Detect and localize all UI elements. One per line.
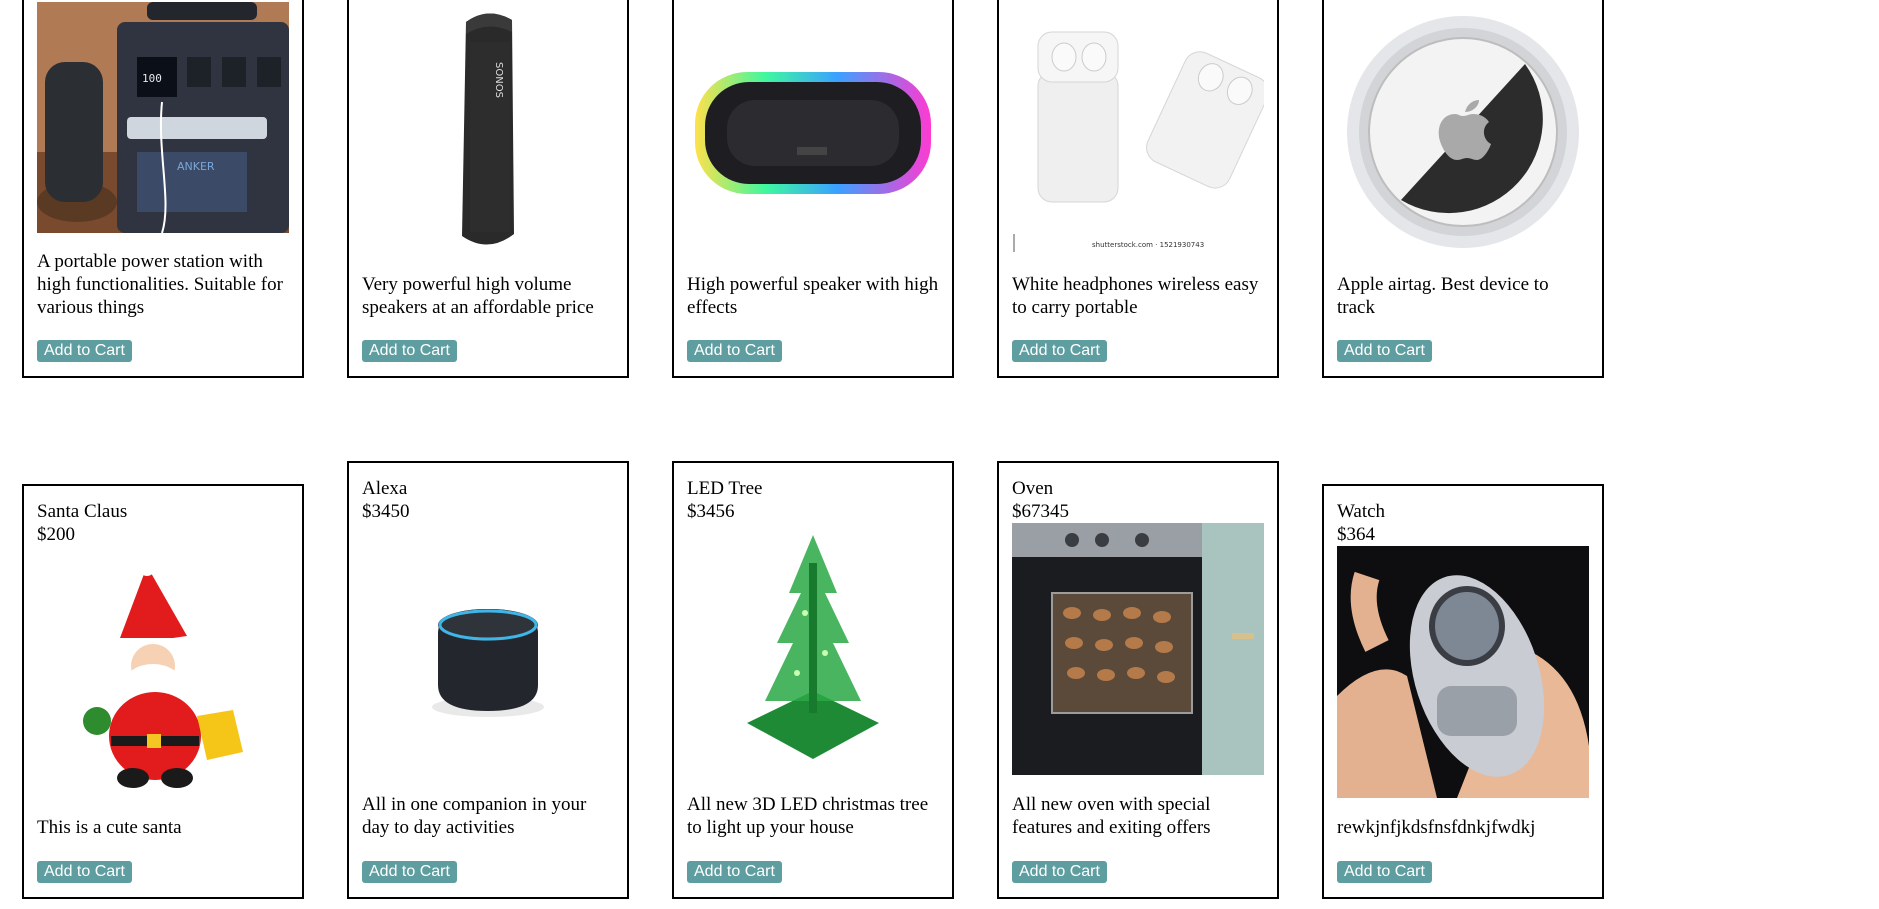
speaker-brand-text: SONOS [493, 62, 504, 98]
product-card: High powerful speaker with high effects … [672, 0, 954, 378]
product-card: LED Tree $3456 All new 3D LED christmas … [672, 461, 954, 899]
add-to-cart-button[interactable]: Add to Cart [687, 340, 782, 362]
add-to-cart-button[interactable]: Add to Cart [37, 340, 132, 362]
svg-text:100: 100 [142, 72, 162, 85]
earbuds-image: shutterstock.com · 1521930743 [1012, 2, 1264, 254]
product-card: SONOS Very powerful high volume speakers… [347, 0, 629, 378]
product-price: $3456 [687, 501, 735, 522]
product-name: Alexa [362, 478, 408, 499]
speaker-image: SONOS [362, 2, 614, 254]
product-grid-page: 100 ANKER A portable power station with … [0, 0, 1879, 909]
add-to-cart-button[interactable]: Add to Cart [1337, 340, 1432, 362]
product-description: All in one companion in your day to day … [362, 794, 587, 838]
smart-speaker-image [362, 523, 614, 775]
product-description: This is a cute santa [37, 817, 182, 838]
product-price: $3450 [362, 501, 410, 522]
product-description: Apple airtag. Best device to track [1337, 274, 1549, 318]
rgb-speaker-image [687, 2, 939, 254]
add-to-cart-button[interactable]: Add to Cart [37, 861, 132, 883]
product-card: shutterstock.com · 1521930743 White head… [997, 0, 1279, 378]
add-to-cart-button[interactable]: Add to Cart [1012, 340, 1107, 362]
watch-image [1337, 546, 1589, 798]
add-to-cart-button[interactable]: Add to Cart [362, 861, 457, 883]
svg-text:ANKER: ANKER [177, 160, 215, 173]
led-tree-image [687, 523, 939, 775]
oven-image [1012, 523, 1264, 775]
product-card: Watch $364 rewkjnfjkdsfnsfdnkjfwdkj Add … [1322, 484, 1604, 899]
product-description: All new 3D LED christmas tree to light u… [687, 794, 929, 838]
product-description: rewkjnfjkdsfnsfdnkjfwdkj [1337, 817, 1536, 838]
product-name: LED Tree [687, 478, 763, 499]
product-name: Watch [1337, 501, 1386, 522]
product-description: Very powerful high volume speakers at an… [362, 274, 594, 318]
product-card: Apple airtag. Best device to track Add t… [1322, 0, 1604, 378]
santa-toy-image [37, 546, 289, 798]
airtag-image [1337, 2, 1589, 254]
product-description: All new oven with special features and e… [1012, 794, 1211, 838]
product-description: A portable power station with high funct… [37, 251, 283, 318]
watermark-text: shutterstock.com · 1521930743 [1092, 241, 1204, 249]
product-card: Alexa $3450 All in one companion in your… [347, 461, 629, 899]
product-card: Oven $67345 All new oven with special fe… [997, 461, 1279, 899]
product-description: High powerful speaker with high effects [687, 274, 939, 318]
product-price: $67345 [1012, 501, 1069, 522]
add-to-cart-button[interactable]: Add to Cart [362, 340, 457, 362]
add-to-cart-button[interactable]: Add to Cart [1337, 861, 1432, 883]
product-description: White headphones wireless easy to carry … [1012, 274, 1259, 318]
product-card: Santa Claus $200 This is a cute santa Ad… [22, 484, 304, 899]
product-name: Santa Claus [37, 501, 128, 522]
product-name: Oven [1012, 478, 1054, 499]
product-price: $364 [1337, 524, 1375, 545]
power-station-image: 100 ANKER [37, 2, 289, 233]
product-card: 100 ANKER A portable power station with … [22, 0, 304, 378]
add-to-cart-button[interactable]: Add to Cart [687, 861, 782, 883]
add-to-cart-button[interactable]: Add to Cart [1012, 861, 1107, 883]
product-price: $200 [37, 524, 75, 545]
